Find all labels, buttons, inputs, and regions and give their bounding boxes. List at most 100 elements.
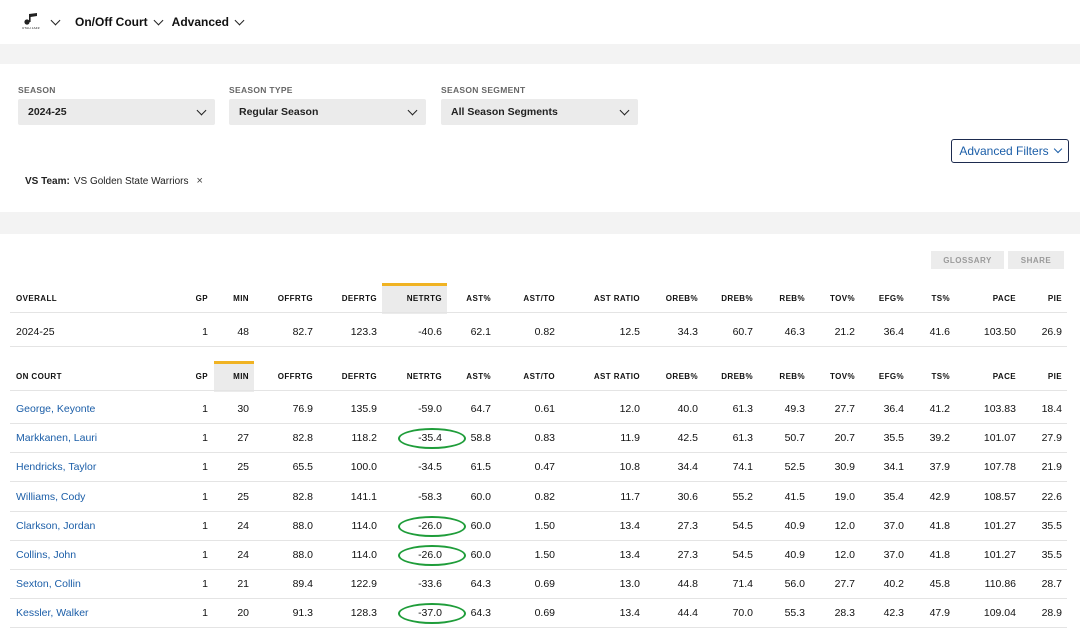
cell-ts: 42.9	[929, 491, 950, 503]
player-name-link[interactable]: Hendricks, Taylor	[16, 453, 156, 482]
cell-oreb: 34.3	[677, 326, 698, 338]
cell-ast-ratio: 11.7	[620, 491, 640, 503]
overall-section-header: OVERALL	[16, 294, 58, 303]
column-header-oreb[interactable]: OREB%	[666, 284, 698, 313]
cell-ast-to: 0.47	[534, 461, 555, 473]
cell-efg: 35.4	[883, 491, 904, 503]
column-header-ast[interactable]: AST%	[466, 362, 491, 391]
column-header-ast-to[interactable]: AST/TO	[523, 284, 555, 313]
close-icon[interactable]: ×	[197, 175, 203, 187]
column-header-ast-to[interactable]: AST/TO	[523, 362, 555, 391]
cell-oreb: 27.3	[677, 549, 698, 561]
cell-tov: 12.0	[834, 549, 855, 561]
column-header-min[interactable]: MIN	[233, 362, 249, 391]
column-header-pace[interactable]: PACE	[993, 284, 1016, 313]
chevron-down-icon[interactable]	[50, 15, 61, 25]
advanced-filters-button[interactable]: Advanced Filters	[951, 139, 1069, 163]
column-header-ast-ratio[interactable]: AST RATIO	[594, 362, 640, 391]
nav-item-label: On/Off Court	[75, 15, 148, 29]
glossary-button[interactable]: GLOSSARY	[931, 251, 1004, 269]
cell-gp: 1	[202, 491, 208, 503]
column-header-pie[interactable]: PIE	[1048, 284, 1062, 313]
cell-gp: 1	[202, 326, 208, 338]
cell-pace: 108.57	[983, 491, 1016, 503]
player-name-link[interactable]: Collins, John	[16, 541, 156, 570]
column-header-dreb[interactable]: DREB%	[721, 362, 753, 391]
season-label: SEASON	[18, 85, 56, 95]
cell-pie: 21.9	[1041, 461, 1062, 473]
cell-offrtg: 76.9	[292, 403, 313, 415]
chevron-down-icon	[234, 15, 245, 25]
cell-tov: 28.3	[834, 607, 855, 619]
cell-ast-ratio: 13.0	[619, 578, 640, 590]
cell-pie: 27.9	[1041, 432, 1062, 444]
cell-reb: 50.7	[784, 432, 805, 444]
nav-on-off-court[interactable]: On/Off Court	[75, 15, 164, 29]
cell-ts: 37.9	[929, 461, 950, 473]
column-header-offrtg[interactable]: OFFRTG	[278, 284, 313, 313]
column-header-defrtg[interactable]: DEFRTG	[342, 284, 377, 313]
column-header-ast[interactable]: AST%	[466, 284, 491, 313]
cell-oreb: 44.4	[677, 607, 698, 619]
column-header-min[interactable]: MIN	[233, 284, 249, 313]
column-header-oreb[interactable]: OREB%	[666, 362, 698, 391]
season-select[interactable]: 2024-25	[18, 99, 215, 125]
column-header-dreb[interactable]: DREB%	[721, 284, 753, 313]
cell-ast: 62.1	[470, 326, 491, 338]
table-row: Clarkson, Jordan 1 24 88.0 114.0 -26.0 60.0 1.5…	[10, 512, 1067, 541]
cell-pace: 107.78	[983, 461, 1016, 473]
column-header-netrtg[interactable]: NETRTG	[407, 362, 442, 391]
cell-min: 25	[237, 461, 249, 473]
share-button[interactable]: SHARE	[1008, 251, 1064, 269]
chevron-down-icon	[1053, 144, 1062, 154]
cell-min: 21	[237, 578, 249, 590]
cell-netrtg: -59.0	[418, 403, 442, 415]
nav-advanced[interactable]: Advanced	[172, 15, 245, 29]
column-header-netrtg[interactable]: NETRTG	[407, 284, 442, 313]
cell-efg: 36.4	[883, 326, 904, 338]
column-header-tov[interactable]: TOV%	[830, 362, 855, 391]
cell-oreb: 27.3	[677, 520, 698, 532]
column-header-ts[interactable]: TS%	[931, 362, 950, 391]
player-name-link[interactable]: Sexton, Collin	[16, 570, 156, 599]
column-header-reb[interactable]: REB%	[779, 284, 805, 313]
team-logo[interactable]: UTAH JAZZ	[22, 13, 40, 31]
column-header-ts[interactable]: TS%	[931, 284, 950, 313]
cell-defrtg: 141.1	[350, 491, 377, 503]
column-header-defrtg[interactable]: DEFRTG	[342, 362, 377, 391]
column-header-reb[interactable]: REB%	[779, 362, 805, 391]
season-segment-select[interactable]: All Season Segments	[441, 99, 638, 125]
column-header-tov[interactable]: TOV%	[830, 284, 855, 313]
column-header-efg[interactable]: EFG%	[879, 284, 904, 313]
player-name-link[interactable]: Markkanen, Lauri	[16, 424, 156, 453]
cell-reb: 40.9	[784, 520, 805, 532]
column-header-gp[interactable]: GP	[196, 362, 208, 391]
column-header-ast-ratio[interactable]: AST RATIO	[594, 284, 640, 313]
chevron-down-icon	[407, 105, 418, 116]
cell-defrtg: 114.0	[351, 520, 378, 532]
cell-tov: 20.7	[834, 432, 855, 444]
table-row: George, Keyonte 1 30 76.9 135.9 -59.0 64.7 0.61…	[10, 395, 1067, 424]
player-name-link[interactable]: Williams, Cody	[16, 483, 156, 512]
season-type-select[interactable]: Regular Season	[229, 99, 426, 125]
player-name-link[interactable]: Clarkson, Jordan	[16, 512, 156, 541]
column-header-gp[interactable]: GP	[196, 284, 208, 313]
cell-ast-to: 1.50	[534, 520, 555, 532]
cell-ts: 41.8	[929, 520, 950, 532]
column-header-pace[interactable]: PACE	[993, 362, 1016, 391]
cell-offrtg: 65.5	[292, 461, 313, 473]
column-header-offrtg[interactable]: OFFRTG	[278, 362, 313, 391]
player-name-link[interactable]: Kessler, Walker	[16, 599, 156, 628]
cell-dreb: 54.5	[732, 549, 753, 561]
column-header-efg[interactable]: EFG%	[879, 362, 904, 391]
cell-dreb: 55.2	[732, 491, 753, 503]
season-value: 2024-25	[28, 106, 67, 118]
cell-efg: 40.2	[883, 578, 904, 590]
cell-ast: 58.8	[470, 432, 491, 444]
cell-pace: 109.04	[983, 607, 1016, 619]
column-header-pie[interactable]: PIE	[1048, 362, 1062, 391]
cell-reb: 49.3	[784, 403, 805, 415]
cell-min: 48	[237, 326, 249, 338]
player-name-link[interactable]: George, Keyonte	[16, 395, 156, 424]
cell-gp: 1	[202, 403, 208, 415]
